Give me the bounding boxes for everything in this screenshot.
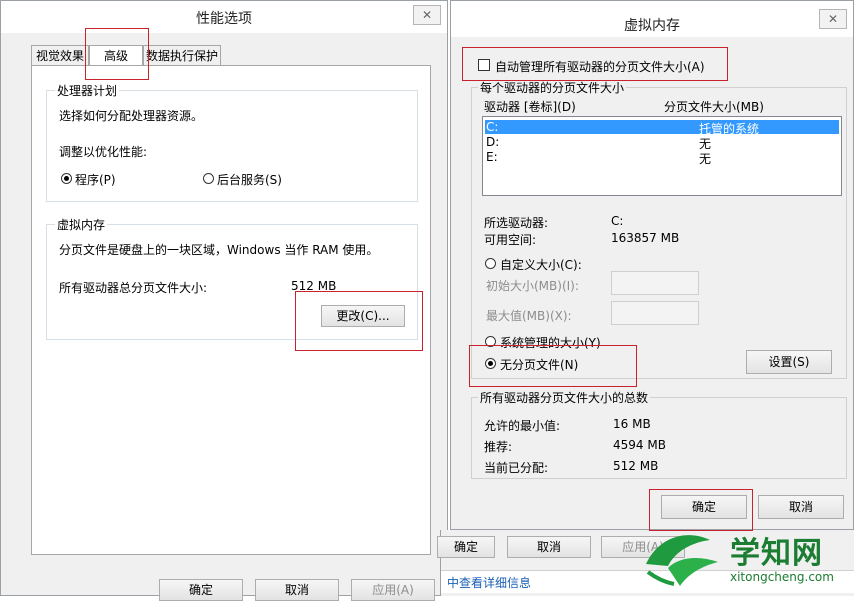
total-paging-group: 所有驱动器分页文件大小的总数 允许的最小值: 16 MB 推荐: 4594 MB… <box>471 389 847 479</box>
programs-radio[interactable] <box>61 173 72 184</box>
drive-column-header: 驱动器 [卷标](D) <box>484 100 576 114</box>
custom-size-label[interactable]: 自定义大小(C): <box>500 256 582 273</box>
recommended-value: 4594 MB <box>613 438 666 452</box>
initial-size-input[interactable] <box>611 271 699 295</box>
behind-ok-button[interactable]: 确定 <box>437 536 495 558</box>
free-space-value: 163857 MB <box>611 231 680 245</box>
drive-row-d-drive[interactable]: D: <box>486 135 499 149</box>
virtual-memory-desc: 分页文件是硬盘上的一块区域，Windows 当作 RAM 使用。 <box>59 243 379 257</box>
per-drive-title: 每个驱动器的分页文件大小 <box>478 79 627 96</box>
processor-scheduling-group: 处理器计划 选择如何分配处理器资源。 调整以优化性能: 程序(P) 后台服务(S… <box>46 82 418 202</box>
current-allocated-value: 512 MB <box>613 459 659 473</box>
free-space-label: 可用空间: <box>484 233 537 247</box>
maximum-size-label: 最大值(MB)(X): <box>486 309 572 323</box>
tab-visual-effects-label: 视觉效果 <box>35 49 84 63</box>
tab-dep-label: 数据执行保护 <box>145 49 218 63</box>
total-paging-label: 所有驱动器总分页文件大小: <box>59 281 208 295</box>
behind-details-link[interactable]: 中查看详细信息 <box>447 574 531 591</box>
min-allowed-label: 允许的最小值: <box>484 419 561 433</box>
initial-size-label: 初始大小(MB)(I): <box>486 279 579 293</box>
total-paging-title: 所有驱动器分页文件大小的总数 <box>478 389 651 406</box>
tab-visual-effects[interactable]: 视觉效果 <box>31 45 89 65</box>
drive-row-c-drive[interactable]: C: <box>486 120 498 134</box>
perf-ok-button[interactable]: 确定 <box>159 579 243 601</box>
watermark-url-text: xitongcheng.com <box>730 570 834 584</box>
selected-drive-value: C: <box>611 214 624 228</box>
selected-drive-row-bg <box>485 120 839 134</box>
processor-scheduling-desc: 选择如何分配处理器资源。 <box>59 109 204 123</box>
vm-cancel-button[interactable]: 取消 <box>758 495 844 519</box>
background-services-label[interactable]: 后台服务(S) <box>217 171 282 188</box>
virtual-memory-dialog: 虚拟内存 ✕ 自动管理所有驱动器的分页文件大小(A) 每个驱动器的分页文件大小 … <box>450 0 854 531</box>
per-drive-group: 每个驱动器的分页文件大小 驱动器 [卷标](D) 分页文件大小(MB) C: 托… <box>471 79 847 379</box>
current-allocated-label: 当前已分配: <box>484 461 549 475</box>
highlight-advanced-tab <box>85 28 149 80</box>
processor-scheduling-title: 处理器计划 <box>55 82 120 99</box>
perf-apply-button[interactable]: 应用(A) <box>351 579 435 601</box>
vm-close-button[interactable]: ✕ <box>819 9 847 29</box>
maximum-size-input[interactable] <box>611 301 699 325</box>
adjust-performance-label: 调整以优化性能: <box>59 145 148 159</box>
highlight-no-paging <box>469 345 637 387</box>
highlight-auto-manage <box>462 47 728 81</box>
drive-list[interactable]: C: 托管的系统 D: 无 E: 无 <box>482 116 842 196</box>
drive-row-e-size[interactable]: 无 <box>699 150 711 167</box>
watermark-leaf-icon <box>646 535 718 586</box>
perf-cancel-button[interactable]: 取消 <box>255 579 339 601</box>
vm-window-title: 虚拟内存 <box>624 18 680 34</box>
programs-radio-label[interactable]: 程序(P) <box>75 171 116 188</box>
background-services-radio[interactable] <box>203 173 214 184</box>
set-button[interactable]: 设置(S) <box>746 350 832 374</box>
recommended-label: 推荐: <box>484 440 513 454</box>
highlight-change-button <box>295 291 423 351</box>
drive-row-e-drive[interactable]: E: <box>486 150 498 164</box>
watermark-cn-text: 学知网 <box>730 536 823 571</box>
virtual-memory-title: 虚拟内存 <box>55 216 108 233</box>
perf-close-button[interactable]: ✕ <box>413 5 441 25</box>
custom-size-radio[interactable] <box>485 258 496 269</box>
tab-dep[interactable]: 数据执行保护 <box>143 45 221 65</box>
perf-window-title: 性能选项 <box>196 11 252 27</box>
min-allowed-value: 16 MB <box>613 417 651 431</box>
behind-cancel-button[interactable]: 取消 <box>507 536 591 558</box>
performance-options-window: 性能选项 ✕ 视觉效果 高级 数据执行保护 处理器计划 选择如何分配处理器资源。… <box>0 0 448 601</box>
watermark: 学知网 xitongcheng.com <box>640 520 854 596</box>
size-column-header: 分页文件大小(MB) <box>664 100 764 114</box>
selected-drive-label: 所选驱动器: <box>484 216 549 230</box>
